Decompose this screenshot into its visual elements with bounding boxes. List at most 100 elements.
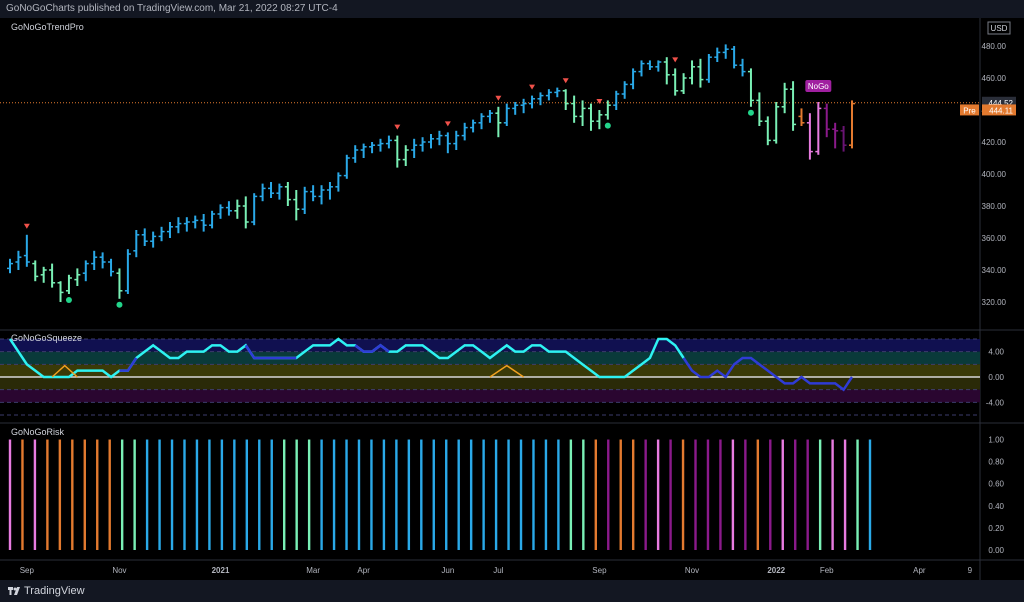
risk-bar [170, 439, 174, 550]
risk-bar [669, 439, 672, 550]
risk-bar [631, 439, 635, 550]
x-axis: Sep Nov 2021 Mar Apr Jun Jul Sep Nov 2022 Feb Apr 9 [0, 559, 1024, 575]
risk-bar [781, 439, 784, 550]
risk-bar [395, 439, 398, 550]
risk-bar [806, 439, 809, 550]
risk-bar [220, 439, 224, 550]
footer: TradingView [0, 580, 1024, 602]
risk-bar [145, 439, 149, 550]
risk-bar [158, 439, 161, 550]
risk-bar [457, 439, 460, 550]
squeeze-panel-title: GoNoGoSqueeze [11, 333, 82, 343]
risk-bar [183, 439, 186, 550]
red-arrow-marker [529, 84, 536, 90]
risk-bar [656, 439, 660, 550]
risk-bar [856, 439, 859, 550]
currency-label: USD [991, 24, 1008, 33]
risk-bar [420, 439, 423, 550]
risk-bar [120, 439, 124, 550]
risk-bar [307, 439, 311, 550]
squeeze-tick-label: 4.00 [988, 348, 1004, 357]
x-axis-tick-label: Apr [913, 566, 926, 575]
price-tick-label: 380.00 [982, 202, 1007, 211]
premarket-price-text: 444.11 [989, 106, 1013, 115]
risk-bar [382, 439, 386, 550]
red-arrow-marker [495, 95, 502, 101]
risk-bar [694, 439, 697, 550]
red-arrow-marker [444, 121, 451, 127]
risk-bar [445, 439, 448, 550]
price-tick-label: 320.00 [982, 298, 1007, 307]
risk-bar [270, 439, 273, 550]
x-axis-tick-label: 9 [968, 566, 973, 575]
risk-bar [370, 439, 373, 550]
risk-bar [507, 439, 510, 550]
green-dot-marker [116, 301, 123, 308]
risk-bar [731, 439, 735, 550]
risk-bar [794, 439, 797, 550]
x-axis-tick-label: Feb [820, 566, 834, 575]
red-arrow-marker [562, 78, 569, 84]
publish-text: GoNoGoCharts published on TradingView.co… [6, 3, 338, 14]
green-dot-marker [65, 297, 72, 303]
price-tick-label: 400.00 [982, 170, 1007, 179]
squeeze-tick-label: 0.00 [988, 373, 1004, 382]
risk-bar [482, 439, 485, 550]
squeeze-tick-label: -4.00 [986, 398, 1005, 407]
risk-bar [96, 439, 99, 550]
risk-bar [756, 439, 760, 550]
risk-bar [283, 439, 286, 550]
risk-bar [582, 439, 585, 550]
price-tick-label: 360.00 [982, 234, 1007, 243]
price-tick-label: 480.00 [982, 42, 1007, 51]
x-axis-tick-label: Jul [493, 566, 503, 575]
squeeze-panel: GoNoGoSqueeze 4.00 0.00 -4.00 [0, 333, 1024, 424]
risk-bar [544, 439, 548, 550]
x-axis-tick-label: Nov [112, 566, 126, 575]
risk-bar [46, 439, 49, 550]
risk-bar [681, 439, 685, 550]
chart-area[interactable]: GoNoGoTrendPro USD 320.00 340.00 360.00 380.0… [0, 18, 1024, 580]
risk-bar [644, 439, 647, 550]
risk-bar [494, 439, 498, 550]
risk-bar [519, 439, 523, 550]
risk-bar [233, 439, 236, 550]
x-axis-tick-label: Sep [20, 566, 35, 575]
risk-bar [831, 439, 834, 550]
tradingview-brand: TradingView [24, 585, 85, 597]
risk-bar [108, 439, 111, 550]
risk-bar [469, 439, 473, 550]
risk-bar [8, 439, 12, 550]
risk-bar [594, 439, 597, 550]
risk-bar [258, 439, 261, 550]
risk-bar [208, 439, 211, 550]
risk-bar [357, 439, 361, 550]
red-arrow-marker [394, 124, 401, 130]
risk-bar [607, 439, 610, 550]
risk-bar [245, 439, 249, 550]
price-panel-title: GoNoGoTrendPro [11, 22, 84, 32]
publish-header: GoNoGoCharts published on TradingView.co… [0, 0, 1024, 18]
premarket-badge-text: Pre [963, 106, 976, 115]
risk-bar [868, 439, 872, 550]
risk-bar [818, 439, 822, 550]
risk-bar [843, 439, 847, 550]
nogo-label-text: NoGo [808, 82, 829, 91]
risk-bar [58, 439, 62, 550]
risk-tick-label: 1.00 [988, 436, 1004, 445]
risk-tick-label: 0.40 [988, 502, 1004, 511]
risk-bar [706, 439, 710, 550]
risk-bar [195, 439, 199, 550]
red-arrow-marker [23, 223, 30, 229]
risk-bar [432, 439, 435, 550]
risk-bar [133, 439, 136, 550]
risk-panel: GoNoGoRisk 1.00 0.80 0.60 0.40 0.20 0.00 [8, 427, 1005, 555]
risk-bar [619, 439, 622, 550]
risk-bar [557, 439, 560, 550]
red-arrow-marker [672, 57, 679, 63]
price-tick-label: 420.00 [982, 138, 1007, 147]
x-axis-tick-label: Sep [592, 566, 607, 575]
x-axis-tick-label: Nov [685, 566, 699, 575]
squeeze-band-mid [0, 364, 980, 377]
price-tick-label: 340.00 [982, 266, 1007, 275]
